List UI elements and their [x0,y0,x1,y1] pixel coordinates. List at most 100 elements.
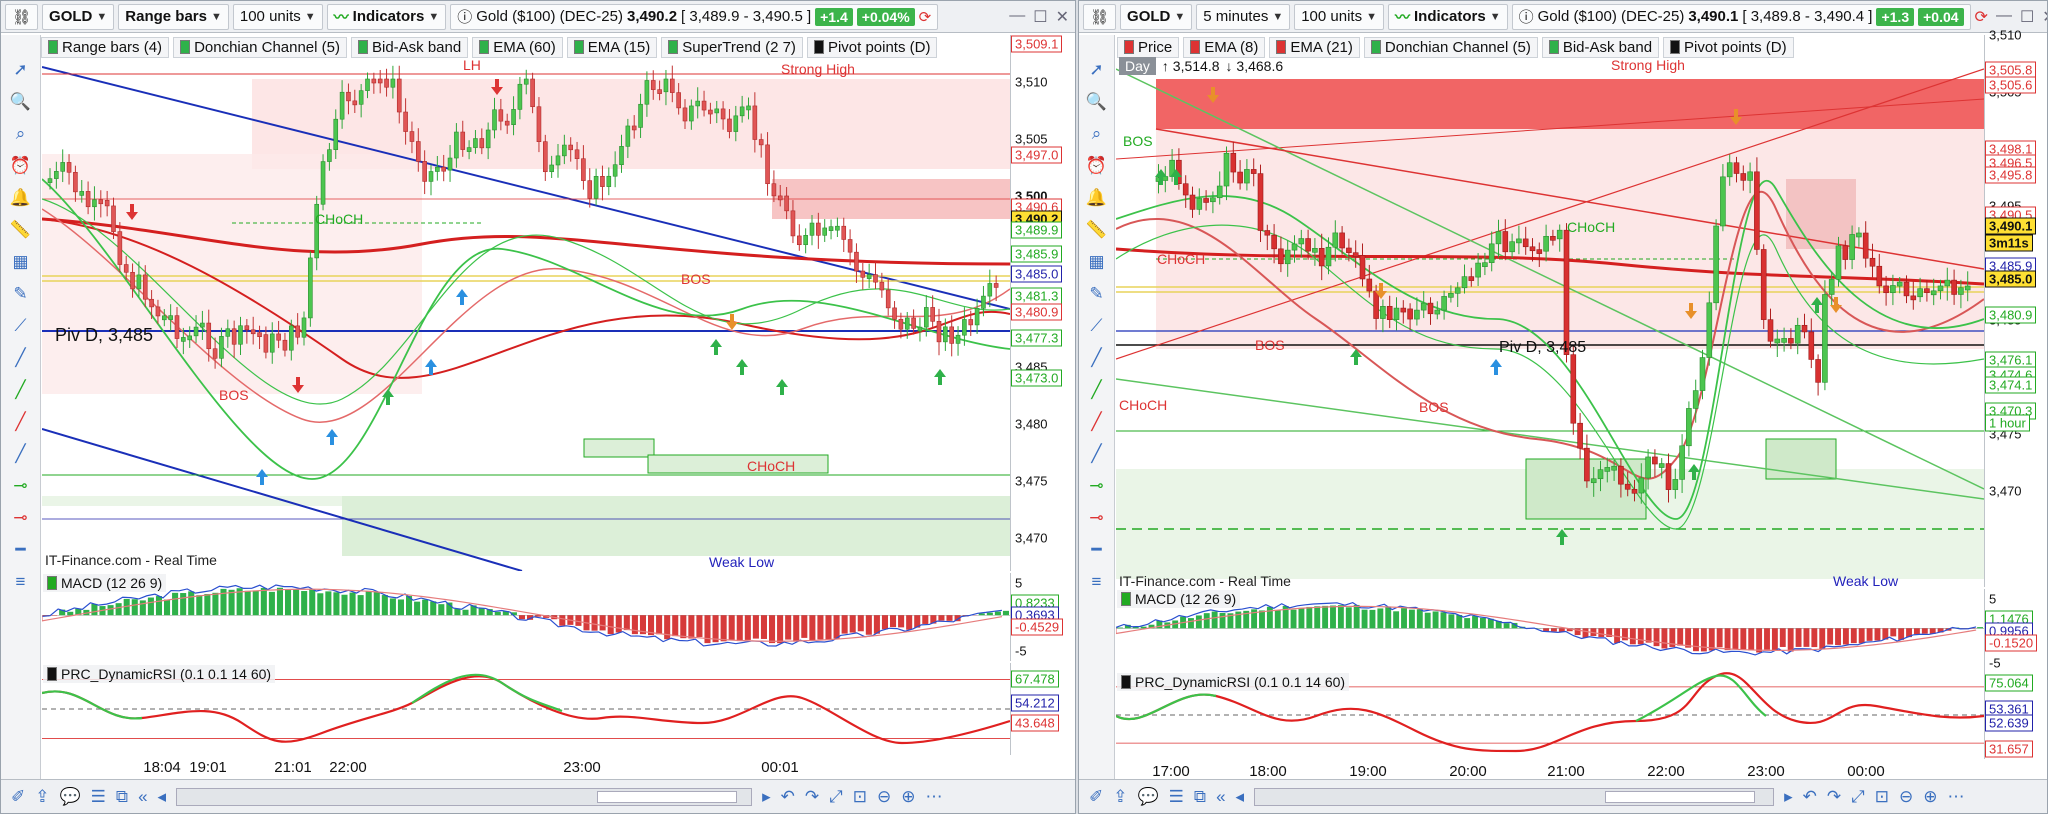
redo-icon[interactable]: ↷ [1827,787,1841,807]
refresh-icon[interactable]: ⟳ [919,8,932,26]
zoom-out-icon[interactable]: ⊖ [1899,787,1913,807]
legend-item[interactable]: Donchian Channel (5) [1363,36,1538,58]
legend-item[interactable]: Donchian Channel (5) [173,36,347,58]
green-line-icon[interactable]: ╱ [7,377,35,403]
zoom-area-icon[interactable]: ⌕ [1083,121,1111,147]
green-line-icon[interactable]: ╱ [1083,377,1111,403]
list-icon[interactable]: ☰ [1169,787,1184,807]
refresh-icon[interactable]: ⟳ [1975,7,1988,27]
bell-icon[interactable]: 🔔 [7,185,35,211]
fibonacci-icon[interactable]: ≡ [1083,569,1111,595]
chart-type-selector[interactable]: Range bars ▼ [118,3,229,30]
line-icon[interactable]: ╱ [7,345,35,371]
close-icon[interactable]: ✕ [1056,7,1069,27]
cursor-icon[interactable]: ➚ [7,57,35,83]
scroll-left-icon[interactable]: ◂ [1236,787,1245,807]
scroll-thumb[interactable] [1605,790,1756,803]
legend-item[interactable]: Range bars (4) [41,36,170,58]
legend-item[interactable]: EMA (21) [1269,36,1360,58]
zoom-area-icon[interactable]: ⌕ [7,121,35,147]
price-axis[interactable]: 3,5103,5053,5003,4953,4903,4853,4803,475… [1010,35,1075,571]
red-marker-icon[interactable]: ⊸ [1083,505,1111,531]
legend-item[interactable]: Pivot points (D) [806,36,938,58]
legend-item[interactable]: SuperTrend (2 7) [661,36,803,58]
maximize-icon[interactable]: ☐ [2020,7,2034,27]
minimize-icon[interactable]: — [1996,7,2012,27]
instrument-info[interactable]: ⓘ Gold ($100) (DEC-25) 3,490.1 [ 3,489.8 … [1511,3,1971,30]
segment-icon[interactable]: ⟋ [1083,313,1111,339]
bell-icon[interactable]: 🔔 [1083,185,1111,211]
legend-item[interactable]: Price [1117,36,1180,58]
draw-icon[interactable]: ✐ [11,787,25,807]
fibonacci-icon[interactable]: ≡ [7,569,35,595]
units-selector[interactable]: 100 units ▼ [232,3,323,30]
zoom-fit-icon[interactable]: ⊡ [1875,787,1889,807]
maximize-icon[interactable]: ☐ [1033,7,1047,27]
zoom-icon[interactable]: 🔍 [1083,89,1111,115]
symbol-selector[interactable]: GOLD ▼ [1120,3,1193,30]
legend-item[interactable]: EMA (15) [566,36,658,58]
scroll-left-icon[interactable]: ◂ [158,787,167,807]
zoom-in-icon[interactable]: ⊕ [901,787,915,807]
list-icon[interactable]: ☰ [91,787,106,807]
pencil-icon[interactable]: ✎ [7,281,35,307]
price-chart[interactable] [42,59,1010,571]
zoom-in-icon[interactable]: ⊕ [1923,787,1937,807]
red-line-icon[interactable]: ╱ [1083,409,1111,435]
undo-icon[interactable]: ↶ [1803,787,1817,807]
macd-panel[interactable] [42,573,1010,661]
legend-item[interactable]: Bid-Ask band [350,36,469,58]
line-icon[interactable]: ╱ [1083,345,1111,371]
legend-item[interactable]: EMA (60) [472,36,563,58]
indicators-button[interactable]: 〰 Indicators ▼ [1388,3,1508,30]
indicators-button[interactable]: 〰 Indicators ▼ [326,3,447,30]
blue-line-icon[interactable]: ╱ [7,441,35,467]
five-minute-chart-window[interactable]: ⛓ GOLD ▼ 5 minutes ▼ 100 units ▼ 〰 Indicator… [1078,0,2048,814]
horizontal-scrollbar[interactable] [1254,787,1775,806]
close-icon[interactable]: ✕ [2042,7,2047,27]
legend-item[interactable]: EMA (8) [1183,36,1266,58]
symbol-selector[interactable]: GOLD ▼ [42,3,115,30]
cursor-icon[interactable]: ➚ [1083,57,1111,83]
zoom-fit-icon[interactable]: ⊡ [853,787,867,807]
horizontal-line-icon[interactable]: ━ [7,537,35,563]
zoom-out-icon[interactable]: ⊖ [877,787,891,807]
grid-icon[interactable]: ▦ [1083,249,1111,275]
double-chevron-left-icon[interactable]: « [138,787,147,807]
price-chart[interactable] [1116,59,1984,587]
alarm-icon[interactable]: ⏰ [1083,153,1111,179]
draw-icon[interactable]: ✐ [1089,787,1103,807]
chain-link-icon[interactable]: ⛓ [5,3,39,30]
window-icon[interactable]: ⧉ [116,787,128,807]
red-line-icon[interactable]: ╱ [7,409,35,435]
window-icon[interactable]: ⧉ [1194,787,1206,807]
timeframe-selector[interactable]: 5 minutes ▼ [1196,3,1291,30]
grid-icon[interactable]: ▦ [7,249,35,275]
ruler-icon[interactable]: 📏 [7,217,35,243]
more-icon[interactable]: ⋯ [925,787,942,807]
chain-link-icon[interactable]: ⛓ [1083,3,1117,30]
green-marker-icon[interactable]: ⊸ [7,473,35,499]
scroll-thumb[interactable] [597,790,738,803]
price-axis[interactable]: 3,5103,5053,5003,4953,4903,4853,4803,475… [1984,28,2047,587]
green-marker-icon[interactable]: ⊸ [1083,473,1111,499]
units-selector[interactable]: 100 units ▼ [1294,3,1384,30]
zoom-icon[interactable]: 🔍 [7,89,35,115]
ruler-icon[interactable]: 📏 [1083,217,1111,243]
chat-icon[interactable]: 💬 [60,787,81,807]
auto-scale-icon[interactable]: ⤢ [829,787,843,807]
legend-item[interactable]: Pivot points (D) [1663,36,1794,58]
double-chevron-left-icon[interactable]: « [1216,787,1225,807]
macd-panel[interactable] [1116,589,1984,671]
more-icon[interactable]: ⋯ [1947,787,1964,807]
time-axis[interactable]: 18:04 19:01 21:01 22:00 23:00 00:01 [42,755,1010,781]
minimize-icon[interactable]: — [1009,7,1025,27]
alarm-icon[interactable]: ⏰ [7,153,35,179]
scroll-right-icon[interactable]: ▸ [762,787,771,807]
blue-line-icon[interactable]: ╱ [1083,441,1111,467]
range-bars-chart-window[interactable]: ⛓ GOLD ▼ Range bars ▼ 100 units ▼ 〰 Indicato… [0,0,1076,814]
chat-icon[interactable]: 💬 [1138,787,1159,807]
share-icon[interactable]: ⇪ [1113,787,1127,807]
redo-icon[interactable]: ↷ [805,787,819,807]
undo-icon[interactable]: ↶ [781,787,795,807]
